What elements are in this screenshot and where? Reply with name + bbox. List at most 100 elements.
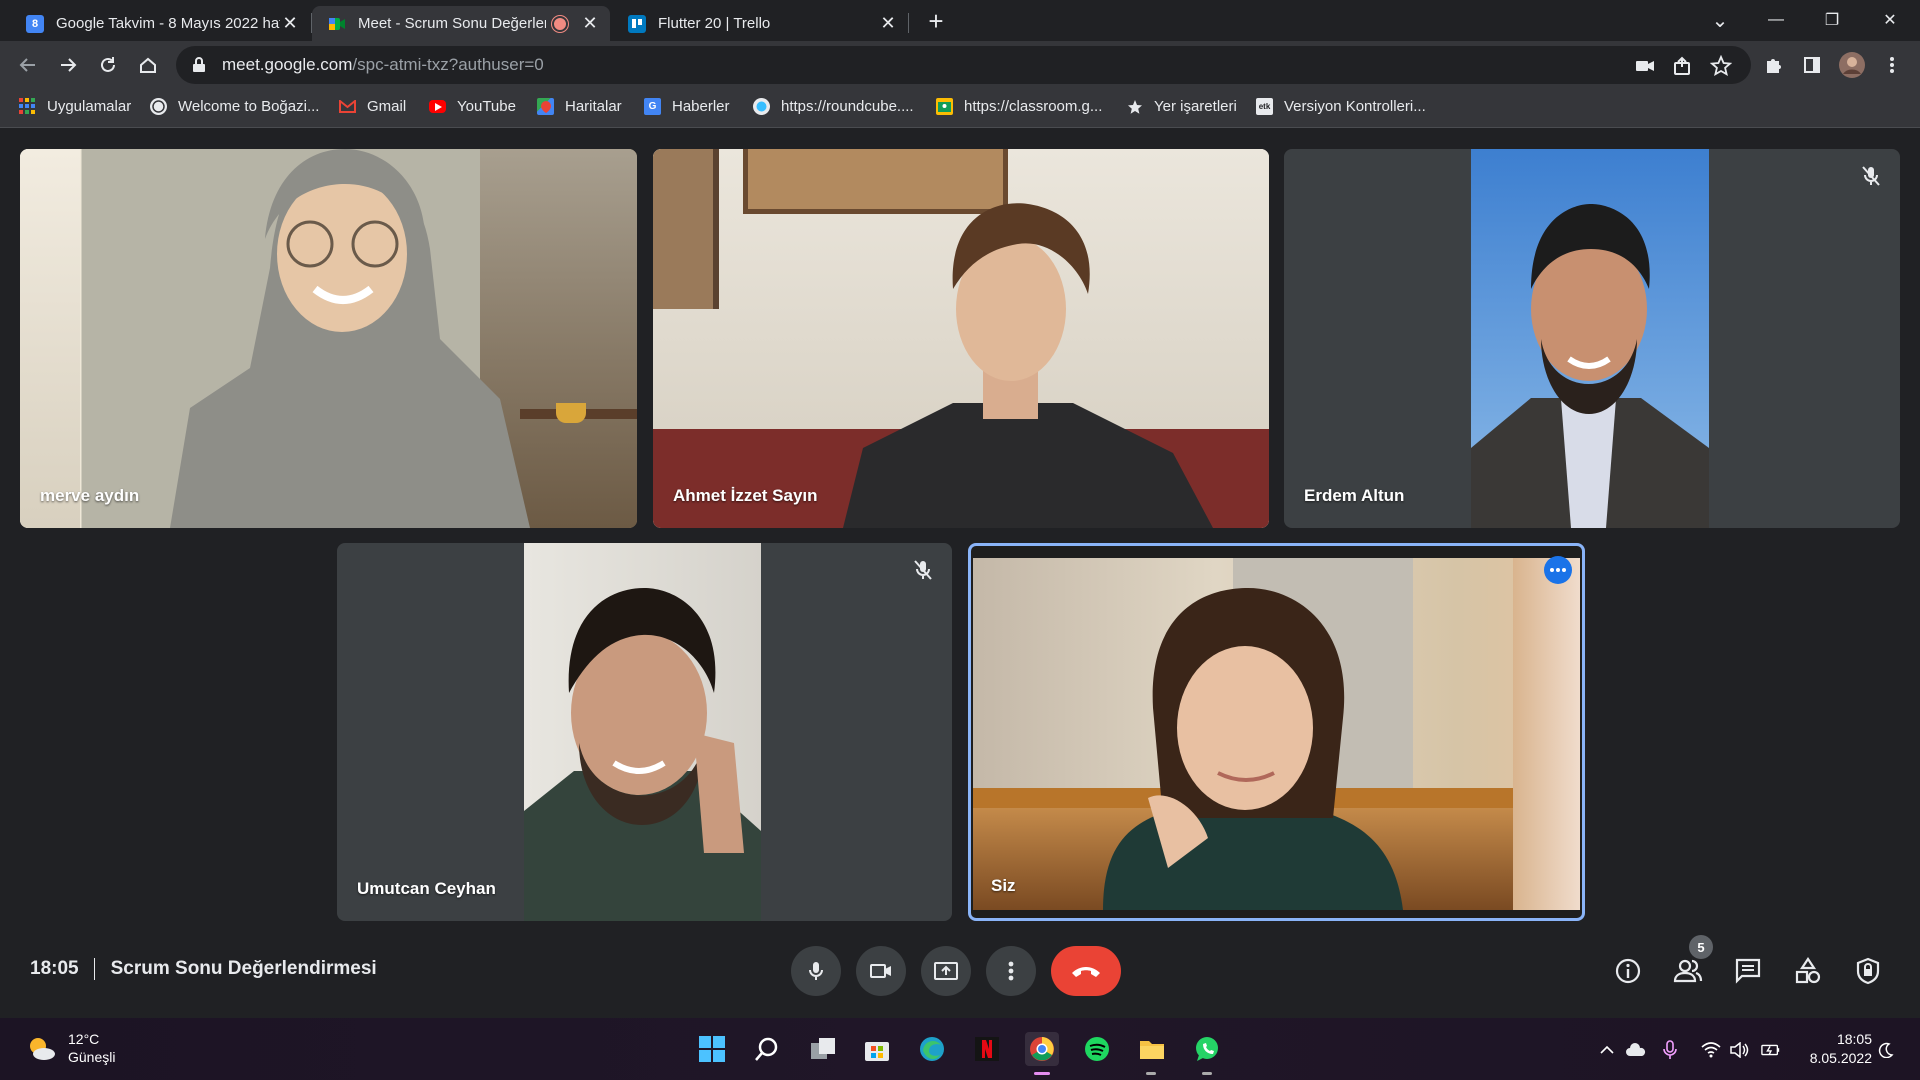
tab-title: Google Takvim - 8 Mayıs 2022 haftası	[56, 15, 280, 32]
tab-trello[interactable]: Flutter 20 | Trello ✕	[612, 6, 908, 41]
share-icon[interactable]	[1672, 55, 1694, 77]
meet-icon	[328, 15, 346, 33]
tab-meet[interactable]: Meet - Scrum Sonu Değerlendirmesi ✕	[312, 6, 610, 41]
bookmark-versiyon-kontrolleri[interactable]: etk Versiyon Kontrolleri...	[1256, 98, 1426, 115]
side-panel-button[interactable]	[1796, 49, 1828, 81]
clock-time: 18:05	[1836, 1031, 1872, 1047]
running-app-indicator	[1146, 1072, 1156, 1075]
address-bar[interactable]: meet.google.com/spc-atmi-txz?authuser=0	[176, 46, 1751, 84]
volume-tray-icon[interactable]	[1730, 1040, 1750, 1060]
bookmark-star-icon[interactable]	[1710, 55, 1732, 77]
bookmark-bogazici[interactable]: Welcome to Boğazi...	[150, 98, 319, 115]
arrow-left-icon	[19, 58, 35, 72]
restore-button[interactable]: ❐	[1804, 4, 1860, 36]
meeting-details-button[interactable]	[1613, 956, 1643, 986]
reload-button[interactable]	[92, 49, 124, 81]
bookmark-maps[interactable]: Haritalar	[537, 98, 622, 115]
moon-icon	[1878, 1042, 1894, 1058]
tab-title: Meet - Scrum Sonu Değerlendirmesi	[358, 15, 546, 32]
spotify-button[interactable]	[1080, 1032, 1114, 1066]
calendar-icon: 8	[26, 14, 44, 33]
running-app-indicator	[1202, 1072, 1212, 1075]
browser-menu-button[interactable]	[1876, 49, 1908, 81]
more-options-button[interactable]	[986, 946, 1036, 996]
minimize-button[interactable]: —	[1748, 4, 1804, 36]
microsoft-store-button[interactable]	[860, 1032, 894, 1066]
mic-icon	[809, 962, 823, 980]
host-controls-button[interactable]	[1853, 956, 1883, 986]
task-view-icon	[811, 1038, 835, 1059]
bookmark-gmail[interactable]: Gmail	[339, 98, 406, 115]
system-clock[interactable]: 18:05 8.05.2022	[1810, 1030, 1872, 1068]
weather-description: Güneşli	[68, 1049, 116, 1065]
tab-search-button[interactable]: ⌄	[1692, 4, 1748, 36]
back-button[interactable]	[12, 49, 44, 81]
browser-toolbar: meet.google.com/spc-atmi-txz?authuser=0	[0, 41, 1920, 89]
show-hidden-icons-button[interactable]	[1597, 1040, 1617, 1060]
camera-in-use-icon[interactable]	[1634, 55, 1656, 77]
windows-logo-icon	[699, 1036, 725, 1062]
people-button[interactable]	[1673, 956, 1703, 986]
bookmark-label: Gmail	[367, 98, 407, 115]
focus-assist-tray-icon[interactable]	[1876, 1040, 1896, 1060]
camera-button[interactable]	[856, 946, 906, 996]
window-close-button[interactable]: ✕	[1862, 4, 1918, 36]
self-participant-tile[interactable]: Siz	[968, 543, 1585, 921]
bookmark-roundcube[interactable]: https://roundcube....	[753, 98, 914, 115]
participant-name: Siz	[991, 876, 1016, 895]
gmail-icon	[339, 98, 356, 115]
videocam-icon	[870, 964, 891, 978]
participant-tile[interactable]: Erdem Altun	[1284, 149, 1900, 528]
participant-tile[interactable]: Umutcan Ceyhan	[337, 543, 952, 921]
forward-button[interactable]	[52, 49, 84, 81]
news-icon: G	[644, 98, 661, 115]
tile-options-button[interactable]	[1544, 556, 1572, 584]
onedrive-tray-icon[interactable]	[1626, 1040, 1646, 1060]
close-tab-icon[interactable]: ✕	[580, 13, 600, 34]
bookmark-apps[interactable]: Uygulamalar	[19, 98, 131, 115]
activities-button[interactable]	[1793, 956, 1823, 986]
edge-button[interactable]	[915, 1032, 949, 1066]
bookmark-youtube[interactable]: YouTube	[429, 98, 516, 115]
folder-icon	[1140, 1041, 1164, 1059]
bookmark-news[interactable]: G Haberler	[644, 98, 730, 115]
bookmark-folder-yer-isaretleri[interactable]: Yer işaretleri	[1126, 98, 1237, 115]
start-button[interactable]	[695, 1032, 729, 1066]
chat-button[interactable]	[1733, 956, 1763, 986]
edge-icon	[920, 1037, 944, 1061]
home-button[interactable]	[132, 49, 164, 81]
wifi-tray-icon[interactable]	[1701, 1040, 1721, 1060]
leave-call-button[interactable]	[1051, 946, 1121, 996]
person-silhouette	[1471, 204, 1709, 528]
weather-widget[interactable]: 12°C Güneşli	[26, 1030, 115, 1066]
chrome-button[interactable]	[1025, 1032, 1059, 1066]
extensions-button[interactable]	[1758, 49, 1790, 81]
netflix-button[interactable]	[970, 1032, 1004, 1066]
person-silhouette	[1103, 588, 1403, 910]
participant-name: merve aydın	[40, 486, 140, 505]
url-host: meet.google.com	[222, 55, 353, 74]
task-view-button[interactable]	[806, 1032, 840, 1066]
reload-icon	[101, 57, 115, 72]
bookmark-classroom[interactable]: https://classroom.g...	[936, 98, 1102, 115]
new-tab-button[interactable]: +	[922, 6, 950, 37]
globe-icon	[150, 98, 167, 115]
present-screen-button[interactable]	[921, 946, 971, 996]
close-tab-icon[interactable]: ✕	[878, 13, 898, 34]
taskbar-search-button[interactable]	[750, 1032, 784, 1066]
bookmarks-bar: Uygulamalar Welcome to Boğazi... Gmail Y…	[0, 89, 1920, 128]
more-vertical-icon	[1008, 961, 1014, 981]
tab-google-calendar[interactable]: 8 Google Takvim - 8 Mayıs 2022 haftası ✕	[10, 6, 310, 41]
microphone-in-use-tray-icon[interactable]	[1660, 1040, 1680, 1060]
call-end-icon	[1072, 967, 1100, 977]
close-tab-icon[interactable]: ✕	[280, 13, 300, 34]
profile-avatar[interactable]	[1836, 49, 1868, 81]
whatsapp-button[interactable]	[1190, 1032, 1224, 1066]
battery-tray-icon[interactable]	[1761, 1040, 1781, 1060]
info-icon	[1615, 958, 1641, 984]
file-explorer-button[interactable]	[1135, 1032, 1169, 1066]
battery-charging-icon	[1761, 1044, 1780, 1056]
participant-tile[interactable]: merve aydın	[20, 149, 637, 528]
participant-tile[interactable]: Ahmet İzzet Sayın	[653, 149, 1269, 528]
microphone-button[interactable]	[791, 946, 841, 996]
